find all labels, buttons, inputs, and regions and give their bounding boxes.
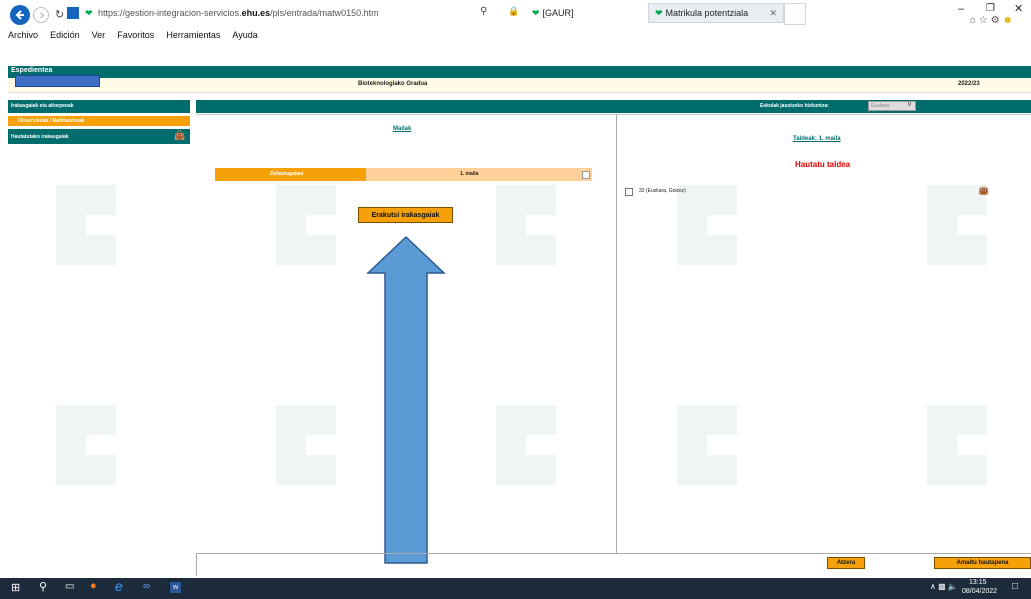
home-icon[interactable]: ⌂ xyxy=(970,15,976,26)
clock-time[interactable]: 13:15 xyxy=(969,579,987,586)
level-row[interactable]: Zehaztugabea 1. maila xyxy=(215,168,592,181)
sidebar-item-label: Irakasgaiak eta aitorpenak xyxy=(11,103,74,109)
smiley-icon[interactable]: ☻ xyxy=(1002,15,1013,26)
address-bar[interactable]: https://gestion-integracion-servicios.eh… xyxy=(98,8,379,18)
task-view-icon[interactable]: ▭ xyxy=(65,581,74,592)
firefox-icon[interactable]: ● xyxy=(90,580,97,592)
maximize-icon[interactable]: ❐ xyxy=(986,3,995,14)
chevron-down-icon: ∨ xyxy=(906,101,912,108)
back-arrow-icon xyxy=(15,10,24,20)
language-label: Eskolak jasotzeko hizkuntza: xyxy=(760,103,829,109)
internet-explorer-icon[interactable]: e xyxy=(115,578,123,594)
language-select[interactable]: Euskara ∨ xyxy=(868,101,916,111)
redacted-name xyxy=(15,75,100,87)
groups-panel: Taldeak: 1. maila Hautatu taldea 32 (Eus… xyxy=(617,114,1031,553)
bag-icon: 👜 xyxy=(978,185,990,195)
back-button[interactable] xyxy=(10,5,30,25)
settings-gear-icon[interactable]: ⚙ xyxy=(991,15,1000,26)
sidebar-item-oinarrizkoak[interactable]: Oinarrizkoak / Nahitaezkoak xyxy=(8,116,190,126)
app-icon[interactable]: ∞ xyxy=(143,581,150,592)
group-label: 32 (Euskara, Goizez) xyxy=(639,188,686,194)
forward-arrow-icon xyxy=(39,11,44,19)
tab-favicon-icon: ❤ xyxy=(655,7,663,18)
site-compat-icon xyxy=(67,7,79,19)
menu-herramientas[interactable]: Herramientas xyxy=(166,30,220,40)
tab-label: [GAUR] xyxy=(542,8,574,18)
toolbar-icons[interactable]: ⌂ ☆ ⚙ ☻ xyxy=(970,15,1013,26)
url-prefix: https://gestion-integracion-servicios. xyxy=(98,8,242,18)
degree-name: Bioteknologiako Gradua xyxy=(358,81,428,87)
academic-year: 2022/23 xyxy=(958,81,980,87)
notifications-icon[interactable]: □ xyxy=(1012,581,1018,592)
select-group-prompt: Hautatu taldea xyxy=(795,160,851,169)
menu-ayuda[interactable]: Ayuda xyxy=(232,30,257,40)
sidebar-item-label: Oinarrizkoak / Nahitaezkoak xyxy=(18,118,85,124)
windows-taskbar: ⊞ ⚲ ▭ ● e ∞ w ∧ ▩ 🔈 13:15 08/04/2022 □ xyxy=(0,578,1031,599)
finish-button-label: Amaitu hautapena xyxy=(956,560,1009,566)
back-button-label: Atzera xyxy=(836,560,856,566)
browser-chrome: ↻ ❤ https://gestion-integracion-servicio… xyxy=(0,0,1031,42)
search-icon[interactable]: ⚲ xyxy=(480,6,487,17)
windows-start-icon[interactable]: ⊞ xyxy=(11,581,20,594)
show-subjects-button[interactable]: Erakutsi irakasgaiak xyxy=(358,207,453,223)
menu-favoritos[interactable]: Favoritos xyxy=(117,30,154,40)
new-tab-area[interactable] xyxy=(784,3,806,25)
close-window-icon[interactable]: ✕ xyxy=(1014,2,1023,15)
level-undefined-label: Zehaztugabea xyxy=(270,171,304,177)
favorites-star-icon[interactable]: ☆ xyxy=(979,15,988,26)
up-arrow-annotation xyxy=(366,235,446,564)
minimize-icon[interactable]: – xyxy=(958,3,964,15)
level-undefined-cell[interactable]: Zehaztugabea xyxy=(215,168,366,181)
menu-edicion[interactable]: Edición xyxy=(50,30,80,40)
url-path: /pls/entrada/matw0150.htm xyxy=(270,8,379,18)
group-checkbox[interactable] xyxy=(625,188,633,196)
clock-date[interactable]: 08/04/2022 xyxy=(962,588,997,595)
sidebar-item-hautatutako[interactable]: Hautatutako irakasgaiak 👜 xyxy=(8,129,190,144)
url-domain: ehu.es xyxy=(241,8,271,18)
ehu-favicon: ❤ xyxy=(85,8,93,18)
menu-archivo[interactable]: Archivo xyxy=(8,30,38,40)
level-first-label: 1. maila xyxy=(460,171,479,177)
language-bar: Eskolak jasotzeko hizkuntza: Euskara ∨ xyxy=(196,100,1031,113)
search-icon[interactable]: ⚲ xyxy=(39,580,47,593)
watermark-logo xyxy=(677,185,987,485)
lock-icon: 🔒 xyxy=(508,6,520,16)
word-icon[interactable]: w xyxy=(170,582,181,593)
levels-title[interactable]: Mailak xyxy=(393,126,411,132)
section-header: Espedientea xyxy=(8,66,1031,78)
close-tab-icon[interactable]: ✕ xyxy=(769,8,777,19)
menu-ver[interactable]: Ver xyxy=(92,30,106,40)
tray-icons[interactable]: ∧ ▩ 🔈 xyxy=(930,582,958,591)
language-selected: Euskara xyxy=(871,103,890,109)
group-option-row[interactable]: 32 (Euskara, Goizez) 👜 xyxy=(625,185,1015,199)
tab-favicon-icon: ❤ xyxy=(532,7,540,18)
show-subjects-label: Erakutsi irakasgaiak xyxy=(371,211,440,219)
section-title: Espedientea xyxy=(11,67,53,74)
sidebar-item-label: Hautatutako irakasgaiak xyxy=(11,134,69,140)
bag-icon: 👜 xyxy=(174,130,186,140)
refresh-icon[interactable]: ↻ xyxy=(55,8,64,21)
sidebar-item-irakasgaiak[interactable]: Irakasgaiak eta aitorpenak xyxy=(8,100,190,113)
menu-bar: Archivo Edición Ver Favoritos Herramient… xyxy=(8,29,267,41)
tab-matrikula[interactable]: ❤ Matrikula potentziala ✕ xyxy=(648,3,784,23)
tab-gaur[interactable]: ❤ [GAUR] xyxy=(526,3,646,23)
groups-title[interactable]: Taldeak: 1. maila xyxy=(793,136,841,142)
level-checkbox[interactable] xyxy=(582,171,590,179)
levels-panel: Mailak Zehaztugabea 1. maila Erakutsi ir… xyxy=(56,114,617,564)
footer-bar xyxy=(196,553,1031,576)
back-button-atzera[interactable]: Atzera xyxy=(827,557,865,569)
student-bar: Bioteknologiako Gradua 2022/23 xyxy=(8,75,1031,93)
finish-selection-button[interactable]: Amaitu hautapena xyxy=(934,557,1031,569)
tab-label: Matrikula potentziala xyxy=(665,8,749,18)
forward-button[interactable] xyxy=(33,7,49,23)
